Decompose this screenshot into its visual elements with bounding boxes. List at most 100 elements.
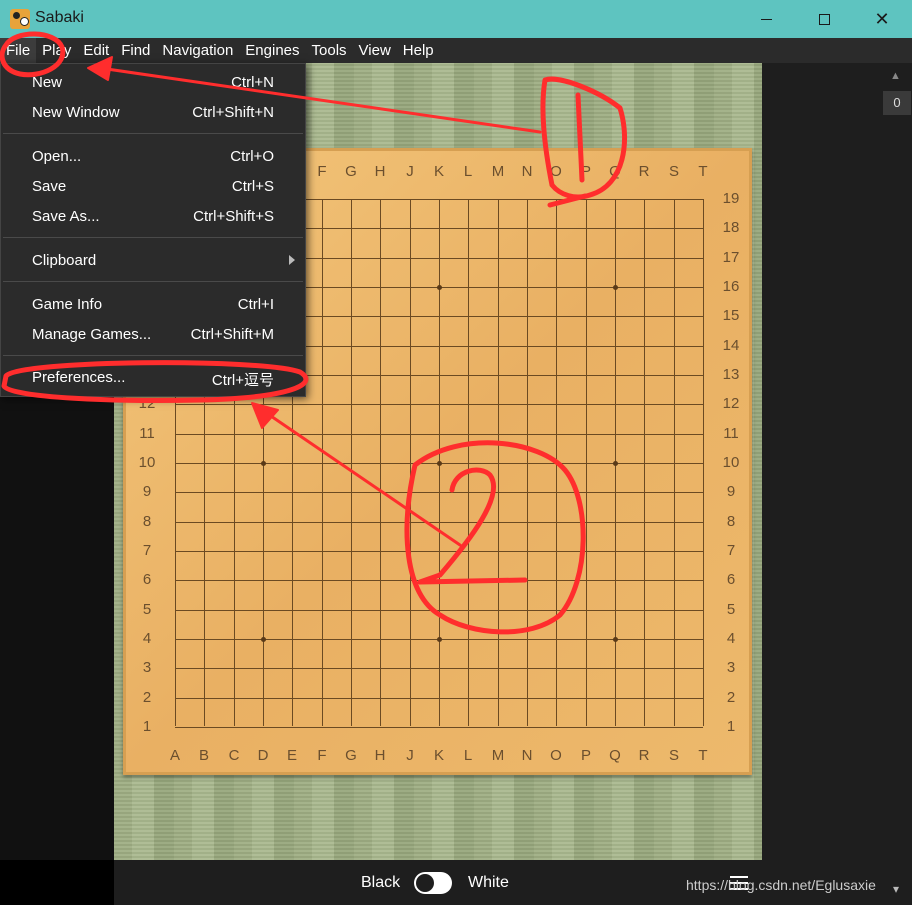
- column-coordinate: F: [317, 747, 327, 764]
- menu-item-accel: Ctrl+Shift+S: [193, 208, 274, 225]
- menu-item-game-info[interactable]: Game Info Ctrl+I: [1, 291, 305, 319]
- column-coordinate: L: [463, 163, 473, 180]
- file-menu-dropdown: New Ctrl+N New Window Ctrl+Shift+N Open.…: [0, 63, 306, 397]
- sabaki-logo-icon: [10, 9, 30, 29]
- menu-navigation[interactable]: Navigation: [156, 38, 239, 63]
- chevron-down-icon: ▾: [893, 882, 900, 896]
- grid-line: [674, 199, 675, 726]
- column-coordinate: C: [228, 747, 240, 764]
- star-point: [437, 461, 442, 466]
- menu-item-label: Open...: [32, 148, 82, 165]
- maximize-button[interactable]: [795, 0, 853, 38]
- row-coordinate: 11: [723, 425, 739, 442]
- menu-item-accel: Ctrl+Shift+N: [192, 104, 274, 121]
- column-coordinate: M: [491, 747, 505, 764]
- menu-item-save-as[interactable]: Save As... Ctrl+Shift+S: [1, 203, 305, 231]
- row-coordinate: 12: [138, 395, 156, 412]
- menu-item-preferences[interactable]: Preferences... Ctrl+逗号: [1, 364, 305, 392]
- column-coordinate: N: [521, 163, 533, 180]
- row-coordinate: 1: [726, 718, 736, 735]
- watermark: https://blog.csdn.net/Eglusaxie: [686, 877, 876, 893]
- grid-line: [556, 199, 557, 726]
- column-coordinate: A: [169, 747, 180, 764]
- column-coordinate: J: [406, 163, 414, 180]
- menu-item-clipboard[interactable]: Clipboard: [1, 247, 305, 275]
- row-coordinate: 12: [722, 395, 740, 412]
- row-coordinate: 18: [722, 219, 740, 236]
- star-point: [613, 461, 618, 466]
- column-coordinate: G: [345, 747, 357, 764]
- title-bar: Sabaki ✕: [0, 0, 912, 38]
- menu-item-label: Preferences...: [32, 369, 126, 386]
- row-coordinate: 5: [142, 601, 152, 618]
- grid-line: [175, 492, 703, 493]
- move-number: 0: [883, 91, 911, 115]
- row-coordinate: 2: [142, 689, 152, 706]
- column-coordinate: P: [580, 747, 591, 764]
- submenu-arrow-icon: [289, 255, 295, 265]
- menu-item-accel: Ctrl+S: [231, 178, 274, 195]
- triangle-up-icon[interactable]: ▲: [890, 70, 901, 82]
- row-coordinate: 17: [722, 249, 740, 266]
- menu-separator: [3, 355, 303, 356]
- grid-line: [703, 199, 704, 726]
- row-coordinate: 15: [722, 307, 740, 324]
- column-coordinate: O: [550, 747, 562, 764]
- menu-view[interactable]: View: [353, 38, 397, 63]
- maximize-icon: [818, 13, 830, 25]
- side-panel: [762, 63, 912, 860]
- menu-file[interactable]: File: [0, 38, 37, 63]
- column-coordinate: P: [580, 163, 591, 180]
- row-coordinate: 4: [726, 630, 736, 647]
- menu-item-accel: Ctrl+O: [230, 148, 274, 165]
- column-coordinate: S: [668, 163, 679, 180]
- column-coordinate: R: [638, 163, 650, 180]
- column-coordinate: K: [433, 747, 444, 764]
- window-title: Sabaki: [35, 9, 84, 26]
- menu-edit[interactable]: Edit: [77, 38, 115, 63]
- grid-line: [644, 199, 645, 726]
- column-coordinate: K: [433, 163, 444, 180]
- star-point: [613, 637, 618, 642]
- menu-item-new[interactable]: New Ctrl+N: [1, 69, 305, 97]
- menu-find[interactable]: Find: [115, 38, 156, 63]
- row-coordinate: 8: [726, 513, 736, 530]
- menu-item-accel: Ctrl+I: [237, 296, 274, 313]
- star-point: [261, 461, 266, 466]
- row-coordinate: 5: [726, 601, 736, 618]
- menu-item-accel: Ctrl+N: [231, 74, 274, 91]
- menu-item-save[interactable]: Save Ctrl+S: [1, 173, 305, 201]
- grid-line: [527, 199, 528, 726]
- column-coordinate: R: [638, 747, 650, 764]
- menu-play[interactable]: Play: [36, 38, 77, 63]
- menu-separator: [3, 237, 303, 238]
- grid-line: [175, 551, 703, 552]
- column-coordinate: O: [550, 163, 562, 180]
- menu-item-new-window[interactable]: New Window Ctrl+Shift+N: [1, 99, 305, 127]
- menu-engines[interactable]: Engines: [239, 38, 305, 63]
- menu-separator: [3, 133, 303, 134]
- row-coordinate: 3: [142, 659, 152, 676]
- grid-line: [468, 199, 469, 726]
- menu-help[interactable]: Help: [397, 38, 440, 63]
- grid-line: [586, 199, 587, 726]
- column-coordinate: L: [463, 747, 473, 764]
- column-coordinate: Q: [609, 747, 621, 764]
- row-coordinate: 8: [142, 513, 152, 530]
- row-coordinate: 3: [726, 659, 736, 676]
- column-coordinate: T: [698, 747, 708, 764]
- row-coordinate: 9: [726, 483, 736, 500]
- row-coordinate: 6: [142, 571, 152, 588]
- menu-item-manage-games[interactable]: Manage Games... Ctrl+Shift+M: [1, 321, 305, 349]
- column-coordinate: G: [345, 163, 357, 180]
- column-coordinate: Q: [609, 163, 621, 180]
- black-player-label: Black: [361, 874, 401, 891]
- column-coordinate: H: [374, 747, 386, 764]
- minimize-button[interactable]: [737, 0, 795, 38]
- row-coordinate: 6: [726, 571, 736, 588]
- close-button[interactable]: ✕: [853, 0, 911, 38]
- menu-tools[interactable]: Tools: [306, 38, 353, 63]
- menu-item-open[interactable]: Open... Ctrl+O: [1, 143, 305, 171]
- menu-item-accel: Ctrl+Shift+M: [190, 326, 274, 343]
- current-player-toggle[interactable]: [414, 872, 452, 894]
